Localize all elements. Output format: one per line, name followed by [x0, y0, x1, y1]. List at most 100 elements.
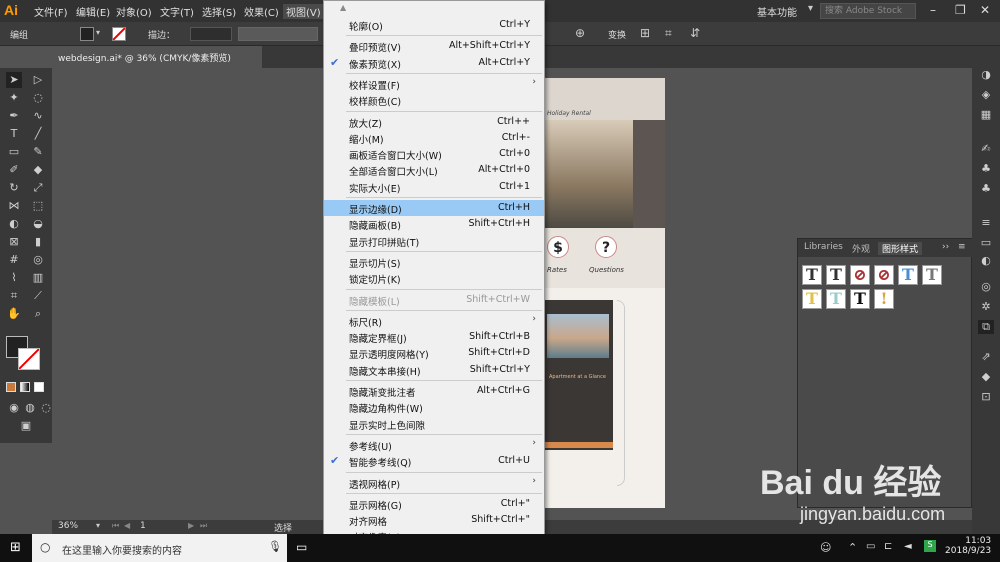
symbols-icon[interactable]: ♣ [978, 162, 994, 176]
view-menu-item[interactable]: 显示网格(G) Ctrl+" [324, 496, 544, 512]
scale-tool-icon[interactable]: ⤢ [30, 180, 46, 196]
hand-tool-icon[interactable]: ✋ [6, 306, 22, 322]
transparency-icon[interactable]: ◐ [978, 254, 994, 268]
chevron-down-icon[interactable]: ▾ [96, 28, 100, 37]
network-icon[interactable]: ⊏ [884, 541, 892, 552]
magic-wand-icon[interactable]: ✦ [6, 90, 22, 106]
crop-icon[interactable]: ⌗ [665, 26, 672, 41]
view-menu-item[interactable]: 显示边缘(D) Ctrl+H [324, 200, 544, 216]
zoom-tool-icon[interactable]: ⌕ [30, 306, 46, 322]
view-menu-item[interactable]: 全部适合窗口大小(L) Alt+Ctrl+0 [324, 162, 544, 178]
people-icon[interactable]: ☺ [820, 541, 831, 554]
type-tool-icon[interactable]: T [6, 126, 22, 142]
line-tool-icon[interactable]: ╱ [30, 126, 46, 142]
view-menu-item[interactable]: 校样颜色(C) [324, 92, 544, 108]
graphic-style-swatch[interactable]: ⊘ [874, 265, 894, 285]
appearance-icon[interactable]: ◎ [978, 280, 994, 294]
direct-selection-tool-icon[interactable]: ▷ [30, 72, 46, 88]
view-menu-item[interactable]: 实际大小(E) Ctrl+1 [324, 179, 544, 195]
graphic-style-swatch[interactable]: ! [874, 289, 894, 309]
shape-builder-icon[interactable]: ◐ [6, 216, 22, 232]
view-menu-item[interactable]: 放大(Z) Ctrl++ [324, 114, 544, 130]
chevron-down-icon[interactable]: ▾ [96, 521, 100, 530]
restore-icon[interactable]: ❐ [955, 3, 966, 17]
gradient-mode-icon[interactable] [20, 382, 30, 392]
view-menu-item[interactable]: 叠印预览(V) Alt+Shift+Ctrl+Y [324, 38, 544, 54]
graphic-style-swatch[interactable]: T [826, 289, 846, 309]
next-page-icon[interactable]: ▶ [188, 521, 194, 530]
none-mode-icon[interactable] [34, 382, 44, 392]
artboards-icon[interactable]: ⊡ [978, 390, 994, 404]
view-menu-item[interactable]: 显示实时上色间隙 [324, 416, 544, 432]
tab-appearance[interactable]: 外观 [852, 242, 870, 255]
stroke-swatch[interactable] [112, 27, 126, 41]
gradient-tool-icon[interactable]: ▮ [30, 234, 46, 250]
taskbar-search[interactable]: ○ 在这里输入你要搜索的内容 🎙 [32, 534, 287, 562]
rectangle-tool-icon[interactable]: ▭ [6, 144, 22, 160]
free-transform-icon[interactable]: ⬚ [30, 198, 46, 214]
stroke-color-box[interactable] [18, 348, 40, 370]
view-menu-item[interactable]: 隐藏渐变批注者 Alt+Ctrl+G [324, 383, 544, 399]
workspace-switcher[interactable]: 基本功能 [757, 4, 797, 19]
eraser-icon[interactable]: ◆ [30, 162, 46, 178]
tab-graphic-styles[interactable]: 图形样式 [878, 242, 923, 255]
view-menu-item[interactable]: 隐藏边角构件(W) [324, 399, 544, 415]
globe-icon[interactable]: ⊕ [575, 26, 585, 40]
artboard-number[interactable]: 1 [140, 521, 146, 531]
graphic-style-swatch[interactable]: T [802, 265, 822, 285]
view-menu-item[interactable]: 轮廓(O) Ctrl+Y [324, 17, 544, 33]
graphic-style-swatch[interactable]: T [850, 289, 870, 309]
panel-menu-icon[interactable]: ≡ [958, 242, 966, 252]
artboard[interactable]: Holiday Rental $ ? Rates Questions Apart… [545, 78, 665, 508]
menu-select[interactable]: 选择(S) [202, 4, 236, 19]
taskbar-clock[interactable]: 11:03 2018/9/23 [945, 536, 991, 556]
artboard-tool-icon[interactable]: ⌗ [6, 288, 22, 304]
view-menu-item[interactable]: ✔ 智能参考线(Q) Ctrl+U [324, 453, 544, 469]
layers-active-icon[interactable]: ⧉ [978, 320, 994, 334]
clubs-icon[interactable]: ♣ [978, 182, 994, 196]
zoom-level[interactable]: 36% [58, 521, 78, 531]
graphic-styles-icon[interactable]: ✲ [978, 300, 994, 314]
menu-file[interactable]: 文件(F) [34, 4, 68, 19]
scroll-up-icon[interactable]: ▲ [340, 3, 346, 12]
view-menu-item[interactable]: 隐藏画板(B) Shift+Ctrl+H [324, 216, 544, 232]
selection-tool-icon[interactable]: ➤ [6, 72, 22, 88]
width-tool-icon[interactable]: ⋈ [6, 198, 22, 214]
collapse-icon[interactable]: ›› [942, 242, 949, 252]
perspective-grid-icon[interactable]: ⊠ [6, 234, 22, 250]
volume-icon[interactable]: ◄ [904, 541, 912, 552]
menu-object[interactable]: 对象(O) [116, 4, 152, 19]
graphic-style-swatch[interactable]: T [802, 289, 822, 309]
gradient-panel-icon[interactable]: ▭ [978, 236, 994, 250]
view-menu-item[interactable]: ✔ 像素预览(X) Alt+Ctrl+Y [324, 55, 544, 71]
pen-tool-icon[interactable]: ✒ [6, 108, 22, 124]
close-icon[interactable]: ✕ [980, 3, 990, 17]
align-icon[interactable]: ⊞ [640, 26, 650, 40]
view-menu-item[interactable]: 对齐网格 Shift+Ctrl+" [324, 512, 544, 528]
view-menu-item[interactable]: 标尺(R) › [324, 313, 544, 329]
color-mode-icon[interactable] [6, 382, 16, 392]
stock-search-input[interactable]: 搜索 Adobe Stock [820, 3, 916, 19]
view-menu-item[interactable]: 缩小(M) Ctrl+- [324, 130, 544, 146]
menu-edit[interactable]: 编辑(E) [76, 4, 110, 19]
chevron-up-icon[interactable]: ⌃ [848, 541, 857, 554]
view-menu-item[interactable]: 锁定切片(K) [324, 270, 544, 286]
tab-libraries[interactable]: Libraries [804, 242, 843, 252]
arrange-icon[interactable]: ⇵ [690, 26, 700, 40]
fill-swatch[interactable] [80, 27, 94, 41]
view-menu-item[interactable]: 显示切片(S) [324, 254, 544, 270]
view-menu-item[interactable]: 画板适合窗口大小(W) Ctrl+0 [324, 146, 544, 162]
swatches-icon[interactable]: ▦ [978, 108, 994, 122]
mesh-tool-icon[interactable]: # [6, 252, 22, 268]
curvature-tool-icon[interactable]: ∿ [30, 108, 46, 124]
stroke-weight-field[interactable] [190, 27, 232, 41]
menu-type[interactable]: 文字(T) [160, 4, 194, 19]
color-panel-icon[interactable]: ◑ [978, 68, 994, 82]
first-page-icon[interactable]: ⏮ [112, 521, 119, 531]
view-menu-item[interactable]: 参考线(U) › [324, 437, 544, 453]
ime-icon[interactable]: S [924, 540, 936, 552]
chevron-down-icon[interactable]: ▾ [808, 3, 813, 14]
transform-label[interactable]: 变换 [608, 28, 626, 41]
view-menu-item[interactable]: 显示打印拼贴(T) [324, 233, 544, 249]
draw-behind-icon[interactable]: ◍ [22, 400, 38, 416]
